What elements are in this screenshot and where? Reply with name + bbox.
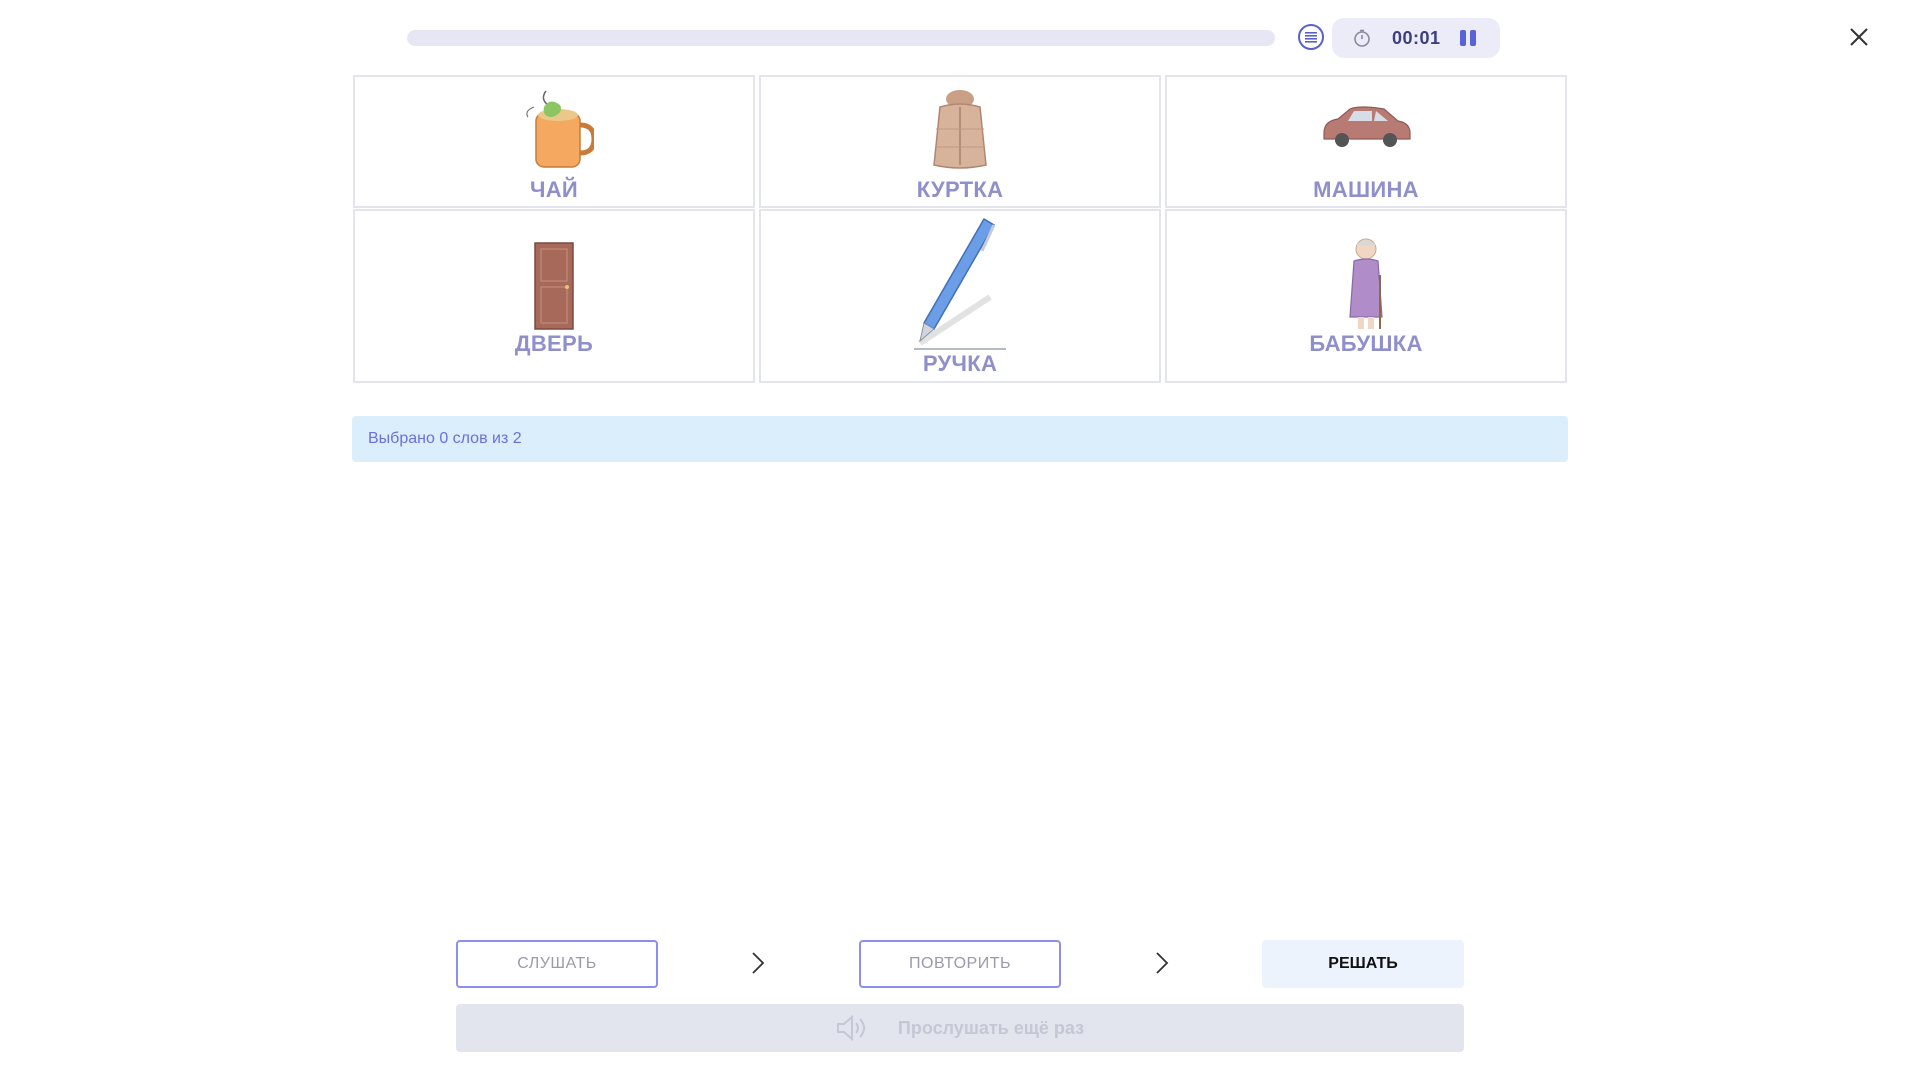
top-bar: 00:01 bbox=[0, 0, 1920, 72]
pause-button[interactable] bbox=[1458, 28, 1478, 48]
close-icon[interactable] bbox=[1846, 24, 1872, 50]
card-pen[interactable]: РУЧКА bbox=[759, 209, 1161, 383]
selection-status: Выбрано 0 слов из 2 bbox=[352, 416, 1568, 462]
word-card-grid: ЧАЙ КУРТКА МАШИНА ДВЕРЬ РУЧКА БАБУШКА bbox=[353, 75, 1567, 383]
replay-label: Прослушать ещё раз bbox=[897, 1017, 1085, 1038]
repeat-button[interactable]: ПОВТОРИТЬ bbox=[859, 940, 1061, 988]
chevron-right-icon bbox=[752, 952, 765, 974]
pause-icon-bar-right bbox=[1470, 30, 1476, 46]
card-label: ДВЕРЬ bbox=[514, 331, 594, 356]
listen-button[interactable]: СЛУШАТЬ bbox=[456, 940, 658, 988]
list-menu-button[interactable] bbox=[1298, 24, 1324, 50]
speaker-icon bbox=[836, 1015, 865, 1041]
solve-button[interactable]: РЕШАТЬ bbox=[1262, 940, 1464, 988]
card-label: БАБУШКА bbox=[1309, 331, 1423, 356]
card-label: КУРТКА bbox=[916, 177, 1004, 202]
grandmother-icon bbox=[1349, 238, 1383, 329]
progress-bar bbox=[407, 30, 1275, 46]
timer-value: 00:01 bbox=[1392, 28, 1441, 48]
card-car[interactable]: МАШИНА bbox=[1165, 75, 1567, 208]
card-label: РУЧКА bbox=[922, 351, 998, 376]
card-label: МАШИНА bbox=[1313, 177, 1419, 202]
tea-cup-icon bbox=[526, 90, 594, 168]
pen-icon bbox=[914, 217, 1006, 350]
card-label: ЧАЙ bbox=[529, 177, 579, 202]
stopwatch-icon bbox=[1354, 29, 1370, 47]
list-icon bbox=[1305, 32, 1317, 43]
card-door[interactable]: ДВЕРЬ bbox=[353, 209, 755, 383]
replay-content: Прослушать ещё раз bbox=[456, 1004, 1464, 1052]
card-jacket[interactable]: КУРТКА bbox=[759, 75, 1161, 208]
timer: 00:01 bbox=[1332, 18, 1500, 58]
card-tea[interactable]: ЧАЙ bbox=[353, 75, 755, 208]
card-grandmother[interactable]: БАБУШКА bbox=[1165, 209, 1567, 383]
replay-button[interactable]: Прослушать ещё раз bbox=[456, 1004, 1464, 1052]
jacket-icon bbox=[933, 90, 987, 169]
door-icon bbox=[534, 242, 574, 330]
pause-icon-bar-left bbox=[1460, 30, 1466, 46]
car-icon bbox=[1323, 106, 1411, 147]
chevron-right-icon bbox=[1156, 952, 1169, 974]
